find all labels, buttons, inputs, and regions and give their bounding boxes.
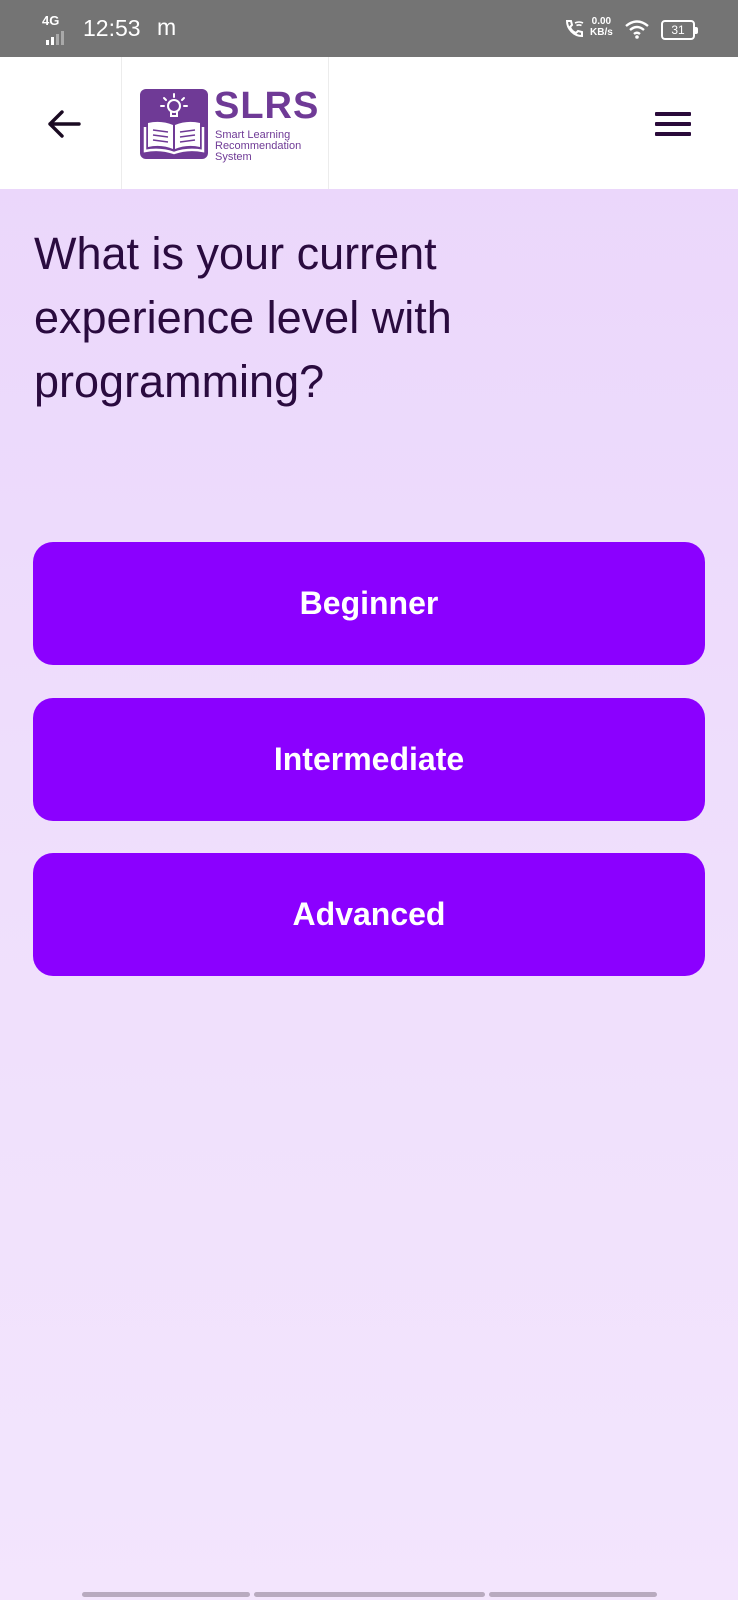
wifi-call-icon bbox=[565, 20, 584, 38]
answer-advanced-button[interactable]: Advanced bbox=[33, 853, 705, 976]
app-logo[interactable]: SLRS Smart Learning Recommendation Syste… bbox=[121, 57, 329, 189]
arrow-left-icon bbox=[48, 110, 81, 138]
gesture-bar-segment bbox=[254, 1592, 485, 1597]
logo-subtitle-line: System bbox=[215, 151, 252, 163]
battery-icon: 31 bbox=[661, 20, 698, 40]
question-text: What is your current experience level wi… bbox=[34, 228, 452, 407]
data-speed-unit: KB/s bbox=[590, 27, 613, 38]
gesture-bar-segment bbox=[82, 1592, 250, 1597]
gesture-bar-segment bbox=[489, 1592, 657, 1597]
app-header: SLRS Smart Learning Recommendation Syste… bbox=[0, 57, 738, 189]
logo-title: SLRS bbox=[214, 85, 320, 127]
answer-intermediate-button[interactable]: Intermediate bbox=[33, 698, 705, 821]
wifi-icon bbox=[625, 20, 649, 39]
back-button[interactable] bbox=[42, 102, 86, 146]
answer-beginner-button[interactable]: Beginner bbox=[33, 542, 705, 665]
data-speed-value: 0.00 bbox=[591, 16, 612, 27]
signal-icon bbox=[46, 31, 64, 45]
book-lightbulb-icon bbox=[140, 89, 208, 159]
clock: 12:53 bbox=[83, 15, 141, 41]
network-type: 4G bbox=[42, 13, 60, 28]
data-speed: 0.00 KB/s bbox=[590, 16, 613, 38]
hamburger-menu-icon[interactable] bbox=[650, 104, 694, 144]
notification-app-icon: m bbox=[157, 14, 177, 40]
status-bar: 4G 12:53 m 0.00 KB/s 31 bbox=[0, 0, 738, 57]
logo-subtitle: Smart Learning Recommendation System bbox=[215, 130, 325, 163]
